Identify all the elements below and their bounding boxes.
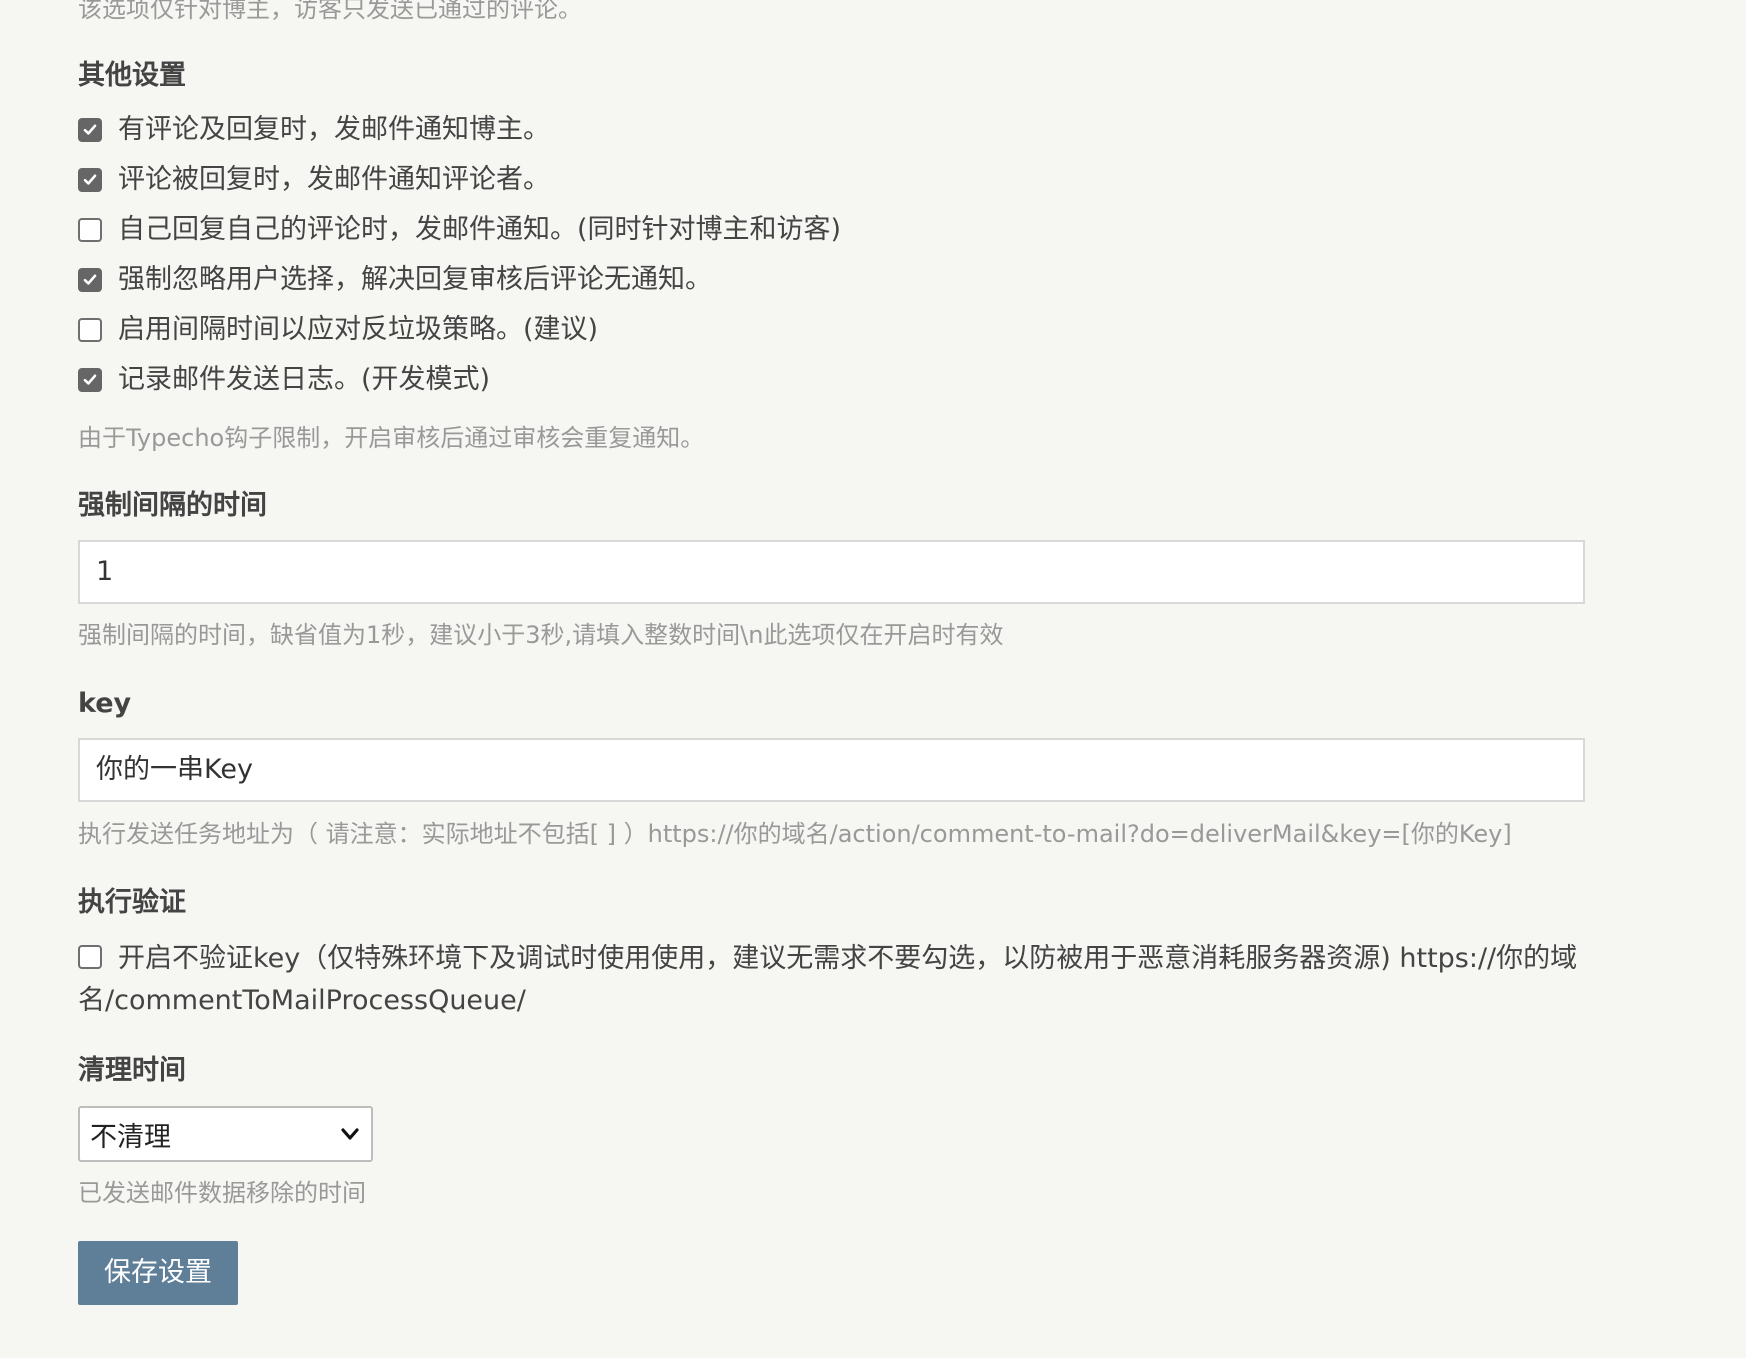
- notify-owner-checkbox[interactable]: [78, 118, 102, 142]
- checkmark-icon: [83, 374, 97, 385]
- key-hint: 执行发送任务地址为（ 请注意：实际地址不包括[ ] ）https://你的域名/…: [78, 820, 1512, 848]
- checkmark-icon: [83, 274, 97, 285]
- notify-commenter-label: 评论被回复时，发邮件通知评论者。: [118, 164, 550, 195]
- notify-owner-label: 有评论及回复时，发邮件通知博主。: [118, 114, 550, 145]
- notify-commenter-checkbox[interactable]: [78, 168, 102, 192]
- interval-hint: 强制间隔的时间，缺省值为1秒，建议小于3秒,请填入整数时间\n此选项仅在开启时有…: [78, 621, 1004, 649]
- interval-option[interactable]: 启用间隔时间以应对反垃圾策略。(建议): [78, 312, 598, 348]
- settings-page: 该选项仅针对博主，访客只发送已通过的评论。 其他设置 有评论及回复时，发邮件通知…: [0, 0, 1746, 1358]
- chevron-down-icon: [341, 1128, 359, 1140]
- interval-title: 强制间隔的时间: [78, 490, 267, 521]
- interval-checkbox[interactable]: [78, 318, 102, 342]
- disable-key-verification-label: 开启不验证key（仅特殊环境下及调试时使用使用，建议无需求不要勾选，以防被用于恶…: [78, 943, 1578, 1016]
- disable-key-verification-option[interactable]: 开启不验证key（仅特殊环境下及调试时使用使用，建议无需求不要勾选，以防被用于恶…: [78, 938, 1593, 1022]
- top-note: 该选项仅针对博主，访客只发送已通过的评论。: [78, 0, 582, 23]
- force-ignore-label: 强制忽略用户选择，解决回复审核后评论无通知。: [118, 264, 712, 295]
- self-reply-checkbox[interactable]: [78, 218, 102, 242]
- other-settings-hint: 由于Typecho钩子限制，开启审核后通过审核会重复通知。: [78, 424, 705, 452]
- force-ignore-option[interactable]: 强制忽略用户选择，解决回复审核后评论无通知。: [78, 262, 712, 298]
- force-ignore-checkbox[interactable]: [78, 268, 102, 292]
- verify-title: 执行验证: [78, 887, 186, 918]
- disable-key-verification-checkbox[interactable]: [78, 945, 102, 969]
- other-settings-title: 其他设置: [78, 60, 186, 91]
- notify-commenter-option[interactable]: 评论被回复时，发邮件通知评论者。: [78, 162, 550, 198]
- checkmark-icon: [83, 174, 97, 185]
- save-settings-button[interactable]: 保存设置: [78, 1241, 238, 1305]
- mail-log-checkbox[interactable]: [78, 368, 102, 392]
- cleanup-title: 清理时间: [78, 1055, 186, 1086]
- interval-label: 启用间隔时间以应对反垃圾策略。(建议): [118, 314, 599, 345]
- self-reply-option[interactable]: 自己回复自己的评论时，发邮件通知。(同时针对博主和访客): [78, 212, 841, 248]
- mail-log-label: 记录邮件发送日志。(开发模式): [118, 364, 491, 395]
- key-title: key: [78, 688, 132, 719]
- checkmark-icon: [83, 124, 97, 135]
- interval-input[interactable]: 1: [78, 540, 1585, 604]
- notify-owner-option[interactable]: 有评论及回复时，发邮件通知博主。: [78, 112, 550, 148]
- self-reply-label: 自己回复自己的评论时，发邮件通知。(同时针对博主和访客): [118, 214, 842, 245]
- cleanup-select[interactable]: 不清理: [78, 1106, 373, 1162]
- cleanup-selected-value: 不清理: [90, 1121, 171, 1153]
- cleanup-hint: 已发送邮件数据移除的时间: [78, 1179, 366, 1207]
- key-input[interactable]: 你的一串Key: [78, 738, 1585, 802]
- mail-log-option[interactable]: 记录邮件发送日志。(开发模式): [78, 362, 490, 398]
